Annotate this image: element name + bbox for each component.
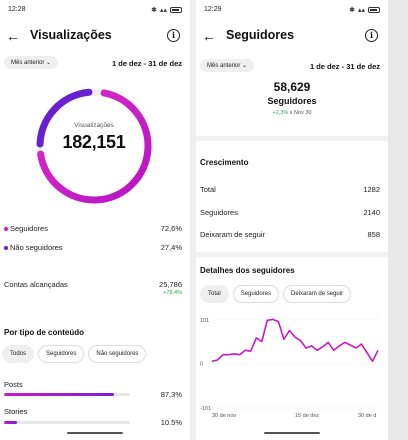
tab-unfollows[interactable]: Deixaram de seguir bbox=[283, 285, 352, 303]
stories-bar bbox=[4, 421, 130, 424]
followers-screen: 12:29 ✱ ▴▴ ← Seguidores i Mês anterior ⌄… bbox=[196, 0, 388, 440]
back-arrow-icon[interactable]: ← bbox=[202, 27, 216, 45]
info-icon[interactable]: i bbox=[167, 29, 180, 42]
views-screen: 12:28 ✱ ▴▴ ← Visualizações i Mês anterio… bbox=[0, 0, 190, 440]
signal-icon: ▴▴ bbox=[159, 7, 167, 14]
y-tick-label: -101 bbox=[200, 406, 211, 412]
content-type-title: Por tipo de conteúdo bbox=[4, 328, 84, 337]
period-dropdown[interactable]: Mês anterior ⌄ bbox=[200, 59, 255, 72]
tab-total[interactable]: Total bbox=[200, 285, 229, 303]
breakdown-nonfollowers: Não seguidores 27,4% bbox=[4, 243, 182, 255]
date-range: 1 de dez - 31 de dez bbox=[111, 59, 182, 68]
back-arrow-icon[interactable]: ← bbox=[6, 27, 20, 45]
tab-followers[interactable]: Seguidores bbox=[232, 285, 280, 303]
growth-total-row: Total 1282 bbox=[200, 185, 380, 194]
tab-all[interactable]: Todos bbox=[2, 345, 35, 363]
chevron-down-icon: ⌄ bbox=[46, 60, 52, 66]
status-time: 12:28 bbox=[8, 6, 26, 13]
posts-bar bbox=[4, 393, 130, 396]
battery-icon bbox=[170, 7, 182, 13]
status-icons: ✱ ▴▴ bbox=[349, 6, 380, 14]
breakdown-followers: Seguidores 72,6% bbox=[4, 224, 182, 236]
header: ← Visualizações i bbox=[0, 27, 190, 47]
period-row: Mês anterior ⌄ 1 de dez - 31 de dez bbox=[196, 59, 388, 75]
page-title: Seguidores bbox=[226, 28, 295, 42]
section-separator bbox=[196, 136, 388, 141]
followers-count: 58,629 bbox=[273, 80, 311, 94]
x-tick-label: 30 de nov bbox=[212, 413, 236, 419]
tab-nonfollowers[interactable]: Não seguidores bbox=[88, 345, 147, 363]
battery-icon bbox=[368, 7, 380, 13]
content-tabs: Todos Seguidores Não seguidores bbox=[2, 345, 147, 363]
content-stories-label: Stories bbox=[4, 407, 28, 416]
period-row: Mês anterior ⌄ 1 de dez - 31 de dez bbox=[0, 56, 190, 72]
growth-title: Crescimento bbox=[200, 158, 249, 167]
nonfollowers-dot bbox=[4, 246, 8, 251]
line-chart-svg: 101 0 -10130 de nov 15 de dez 30 de d bbox=[200, 318, 379, 419]
status-time: 12:29 bbox=[204, 6, 222, 13]
followers-label: Seguidores bbox=[267, 96, 317, 106]
ring-label: Visualizações bbox=[74, 122, 114, 129]
tab-followers[interactable]: Seguidores bbox=[38, 345, 85, 363]
home-indicator[interactable] bbox=[264, 432, 320, 434]
period-dropdown[interactable]: Mês anterior ⌄ bbox=[4, 56, 59, 69]
ring-value: 182,151 bbox=[62, 132, 126, 152]
page-title: Visualizações bbox=[30, 28, 112, 42]
posts-value: 87,3% bbox=[160, 390, 182, 399]
home-indicator[interactable] bbox=[67, 432, 123, 434]
followers-delta: +2,3% x Nov 30 bbox=[272, 110, 312, 116]
signal-icon: ▴▴ bbox=[357, 7, 365, 14]
x-tick-label: 30 de d bbox=[358, 413, 376, 419]
status-icons: ✱ ▴▴ bbox=[151, 6, 182, 14]
growth-unfollows-row: Deixaram de seguir 858 bbox=[200, 230, 380, 239]
date-range: 1 de dez - 31 de dez bbox=[309, 62, 380, 71]
stories-value: 10.5% bbox=[160, 418, 182, 427]
series-line bbox=[211, 318, 379, 363]
section-separator bbox=[196, 252, 388, 257]
details-title: Detalhes dos seguidores bbox=[200, 266, 295, 275]
y-tick-label: 0 bbox=[200, 362, 203, 368]
reach-delta: +78,4% bbox=[163, 290, 182, 296]
info-icon[interactable]: i bbox=[365, 29, 378, 42]
followers-line-chart: 101 0 -101 30 de nov 15 de dez 30 de d bbox=[198, 313, 384, 421]
followers-dot bbox=[4, 227, 8, 232]
bluetooth-icon: ✱ bbox=[349, 7, 355, 14]
growth-followers-row: Seguidores 2140 bbox=[200, 208, 380, 217]
y-tick-label: 101 bbox=[200, 318, 209, 324]
bluetooth-icon: ✱ bbox=[151, 7, 157, 14]
chevron-down-icon: ⌄ bbox=[242, 63, 248, 69]
reach-row[interactable]: Contas alcançadas 25,786 +78,4% bbox=[4, 280, 182, 302]
content-posts-label: Posts bbox=[4, 380, 23, 389]
header: ← Seguidores i bbox=[196, 27, 388, 47]
details-tabs: Total Seguidores Deixaram de seguir bbox=[200, 285, 352, 303]
x-tick-label: 15 de dez bbox=[295, 413, 319, 419]
